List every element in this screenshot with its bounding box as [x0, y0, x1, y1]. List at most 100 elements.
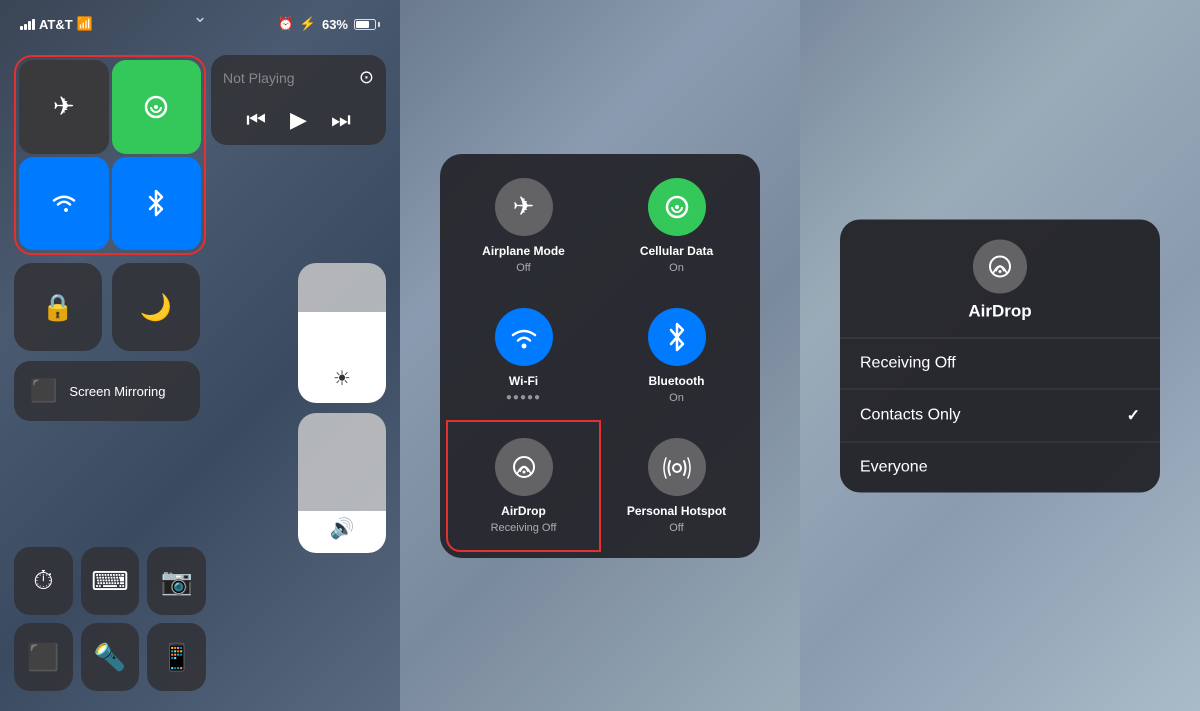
contacts-only-label: Contacts Only: [860, 406, 960, 424]
battery-indicator: [354, 19, 380, 30]
bluetooth-expanded-icon: [667, 322, 687, 352]
contacts-only-checkmark: ✓: [1127, 405, 1140, 425]
airdrop-context-menu: AirDrop Receiving Off Contacts Only ✓ Ev…: [840, 219, 1160, 492]
panel-1-iphone-control-center: AT&T 📶 ⏰ ⚡ 63% ⌄ ✈: [0, 0, 400, 711]
media-controls: ⏮ ▶ ⏭: [223, 107, 374, 133]
airdrop-menu-content: AirDrop Receiving Off Contacts Only ✓ Ev…: [840, 219, 1160, 492]
bottom-icons-grid: ⏱ ⌨ 📷 ⬛ 🔦 📱: [14, 547, 206, 691]
panel-2-expanded-connectivity: ✈ Airplane Mode Off Cellular Data On: [400, 0, 800, 711]
airdrop-cell[interactable]: AirDrop Receiving Off: [446, 420, 601, 552]
airplane-icon: ✈: [53, 91, 75, 122]
control-center-main: ✈: [14, 55, 386, 691]
media-top: Not Playing ⊙: [223, 67, 374, 88]
screen-mirror-label: Screen Mirroring: [69, 384, 165, 399]
cellular-data-label: Cellular Data: [640, 244, 713, 258]
airdrop-label: AirDrop: [501, 504, 546, 518]
airdrop-menu-icon: [973, 239, 1027, 293]
contacts-only-option[interactable]: Contacts Only ✓: [840, 389, 1160, 442]
hotspot-circle: [648, 438, 706, 496]
everyone-label: Everyone: [860, 458, 928, 476]
timer-icon: ⏱: [33, 565, 53, 597]
hotspot-label: Personal Hotspot: [627, 504, 726, 518]
sliders-column: ☀ 🔊: [298, 263, 386, 553]
bluetooth-circle: [648, 308, 706, 366]
qr-code-button[interactable]: ⬛: [14, 623, 73, 691]
remote-button[interactable]: 📱: [147, 623, 206, 691]
bluetooth-cell[interactable]: Bluetooth On: [601, 292, 752, 420]
flashlight-icon: 🔦: [94, 642, 126, 673]
cellular-button[interactable]: [112, 60, 202, 154]
qr-icon: ⬛: [27, 642, 59, 673]
wifi-button[interactable]: [19, 157, 109, 251]
hotspot-cell[interactable]: Personal Hotspot Off: [601, 422, 752, 550]
camera-button[interactable]: 📷: [147, 547, 206, 615]
bluetooth-button[interactable]: [112, 157, 202, 251]
airdrop-circle: [495, 438, 553, 496]
connectivity-grid: ✈: [14, 55, 206, 255]
airdrop-header-icon: [986, 252, 1014, 280]
signal-bars: [20, 19, 35, 30]
airdrop-menu-title: AirDrop: [968, 301, 1031, 321]
airplane-circle: ✈: [495, 178, 553, 236]
bluetooth-icon: [146, 189, 166, 217]
wifi-label: Wi-Fi: [509, 374, 538, 388]
rewind-button[interactable]: ⏮: [246, 107, 266, 133]
brightness-icon: ☀: [333, 366, 351, 391]
volume-slider[interactable]: 🔊: [298, 413, 386, 553]
airplane-mode-label: Airplane Mode: [482, 244, 565, 258]
timer-button[interactable]: ⏱: [14, 547, 73, 615]
status-left: AT&T 📶: [20, 16, 93, 32]
airplane-mode-button[interactable]: ✈: [19, 60, 109, 154]
receiving-off-option[interactable]: Receiving Off: [840, 338, 1160, 389]
cellular-data-cell[interactable]: Cellular Data On: [601, 162, 752, 290]
charge-icon: ⚡: [300, 16, 316, 32]
forward-button[interactable]: ⏭: [331, 107, 351, 133]
wifi-icon: [49, 188, 79, 218]
media-title: Not Playing: [223, 70, 295, 86]
chevron-down-icon[interactable]: ⌄: [192, 6, 207, 27]
carrier-label: AT&T: [39, 17, 73, 32]
row-2-controls: 🔒 🌙: [14, 263, 200, 351]
everyone-option[interactable]: Everyone: [840, 442, 1160, 492]
connectivity-grid-expanded: ✈ Airplane Mode Off Cellular Data On: [440, 154, 760, 558]
remote-icon: 📱: [160, 642, 192, 673]
bluetooth-status: On: [669, 392, 684, 404]
wifi-cell[interactable]: Wi-Fi ●●●●●: [448, 292, 599, 420]
panel-3-airdrop-menu: AirDrop Receiving Off Contacts Only ✓ Ev…: [800, 0, 1200, 711]
cellular-icon: [142, 93, 170, 121]
cellular-circle: [648, 178, 706, 236]
play-button[interactable]: ▶: [290, 107, 307, 133]
cellular-data-icon: [663, 193, 691, 221]
calculator-button[interactable]: ⌨: [81, 547, 140, 615]
rotation-lock-button[interactable]: 🔒: [14, 263, 102, 351]
wifi-expanded-icon: [509, 323, 539, 351]
flashlight-button[interactable]: 🔦: [81, 623, 140, 691]
screen-mirroring-button[interactable]: ⬛ Screen Mirroring: [14, 361, 200, 421]
alarm-icon: ⏰: [278, 16, 294, 32]
cellular-data-status: On: [669, 262, 684, 274]
wifi-status-icon: 📶: [77, 16, 93, 32]
status-right: ⏰ ⚡ 63%: [278, 16, 380, 32]
wifi-circle: [495, 308, 553, 366]
screen-mirror-icon: ⬛: [30, 378, 57, 404]
rotation-lock-icon: 🔒: [42, 292, 74, 323]
airplane-mode-status: Off: [516, 262, 530, 274]
wifi-network: ●●●●●: [506, 392, 541, 403]
media-player: Not Playing ⊙ ⏮ ▶ ⏭: [211, 55, 386, 145]
hotspot-status: Off: [669, 522, 683, 534]
receiving-off-label: Receiving Off: [860, 354, 956, 372]
airplane-mode-cell[interactable]: ✈ Airplane Mode Off: [448, 162, 599, 290]
airdrop-status: Receiving Off: [491, 522, 557, 534]
connectivity-panel-content: ✈ Airplane Mode Off Cellular Data On: [440, 154, 760, 558]
airplay-icon[interactable]: ⊙: [359, 67, 374, 88]
airplane-mode-icon: ✈: [513, 191, 535, 222]
do-not-disturb-button[interactable]: 🌙: [112, 263, 200, 351]
battery-label: 63%: [322, 17, 348, 32]
brightness-slider[interactable]: ☀: [298, 263, 386, 403]
calculator-icon: ⌨: [91, 566, 129, 597]
moon-icon: 🌙: [140, 292, 172, 323]
hotspot-icon: [662, 453, 692, 481]
airdrop-icon: [510, 453, 538, 481]
bluetooth-label: Bluetooth: [649, 374, 705, 388]
camera-icon: 📷: [160, 566, 192, 597]
